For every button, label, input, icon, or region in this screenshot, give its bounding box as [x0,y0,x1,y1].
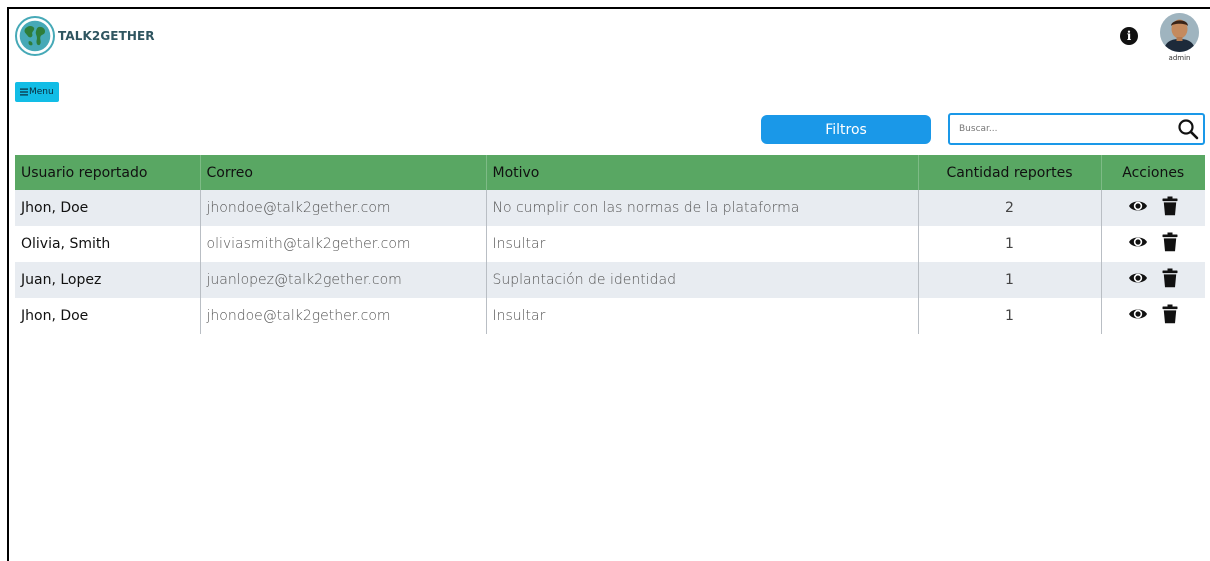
actions-cell [1101,190,1205,226]
eye-icon[interactable] [1128,268,1148,292]
eye-icon[interactable] [1128,304,1148,328]
logo-text: TALK2GETHER [58,29,155,43]
reported-user-cell: Jhon, Doe [15,190,201,226]
table-header-row: Usuario reportado Correo Motivo Cantidad… [15,155,1205,190]
trash-icon[interactable] [1162,268,1178,292]
actions-cell [1101,226,1205,262]
hamburger-icon [20,88,28,96]
reported-user-cell: Jhon, Doe [15,298,201,334]
reports-table: Usuario reportado Correo Motivo Cantidad… [15,155,1205,334]
column-header-email[interactable]: Correo [200,155,487,190]
reported-user-cell: Olivia, Smith [15,226,201,262]
reason-cell: Suplantación de identidad [486,262,919,298]
actions-cell [1101,262,1205,298]
trash-icon[interactable] [1162,232,1178,256]
reported-user-cell: Juan, Lopez [15,262,201,298]
filters-button[interactable]: Filtros [761,115,931,144]
report-count-cell: 2 [918,190,1102,226]
email-cell: juanlopez@talk2gether.com [200,262,487,298]
menu-button[interactable]: Menu [15,82,59,102]
trash-icon[interactable] [1162,304,1178,328]
report-count-cell: 1 [918,262,1102,298]
column-header-actions: Acciones [1122,164,1185,181]
column-header-count[interactable]: Cantidad reportes [918,155,1102,190]
search-input[interactable] [950,116,1178,142]
actions-cell [1101,298,1205,334]
table-row[interactable]: Olivia, Smith oliviasmith@talk2gether.com… [15,226,1205,262]
report-count-cell: 1 [918,298,1102,334]
user-role-label: admin [1168,54,1191,62]
email-cell: jhondoe@talk2gether.com [200,298,487,334]
avatar[interactable] [1160,13,1199,52]
reason-cell: Insultar [486,298,919,334]
column-header-user[interactable]: Usuario reportado [15,155,201,190]
menu-label: Menu [29,87,54,97]
table-row[interactable]: Juan, Lopez juanlopez@talk2gether.com Supl… [15,262,1205,298]
eye-icon[interactable] [1128,232,1148,256]
avatar-image [1160,13,1199,52]
table-row[interactable]: Jhon, Doe jhondoe@talk2gether.com Insultar… [15,298,1205,334]
globe-icon [15,16,55,56]
trash-icon[interactable] [1162,196,1178,220]
email-cell: jhondoe@talk2gether.com [200,190,487,226]
email-cell: oliviasmith@talk2gether.com [200,226,487,262]
search-icon[interactable] [1176,117,1200,141]
search-box [948,113,1205,145]
eye-icon[interactable] [1128,196,1148,220]
reason-cell: Insultar [486,226,919,262]
filters-label: Filtros [825,121,867,138]
report-count-cell: 1 [918,226,1102,262]
column-header-reason[interactable]: Motivo [486,155,919,190]
reason-cell: No cumplir con las normas de la platafor… [486,190,919,226]
table-row[interactable]: Jhon, Doe jhondoe@talk2gether.com No cumpl… [15,190,1205,226]
info-icon[interactable]: i [1120,27,1138,45]
logo[interactable]: TALK2GETHER [15,16,155,56]
